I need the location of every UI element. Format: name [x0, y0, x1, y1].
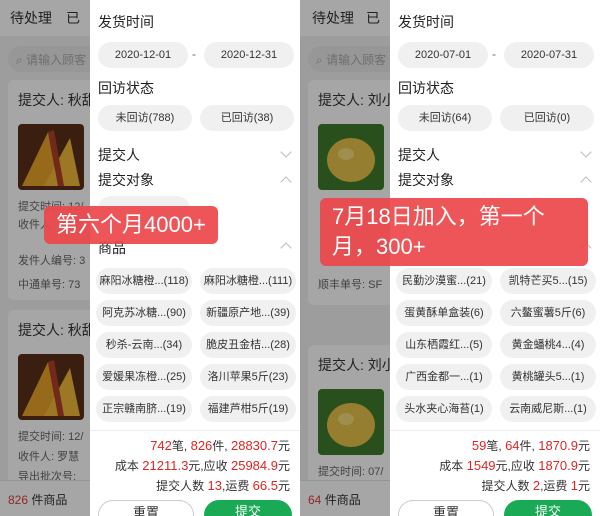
visit-status-label: 回访状态 — [398, 80, 454, 96]
chevron-down-icon[interactable] — [280, 146, 292, 158]
annotation-line: 7月18日加入，第一个 — [332, 204, 545, 229]
chevron-up-icon[interactable] — [280, 176, 292, 188]
goods-option[interactable]: 头水夹心海苔(1) — [396, 396, 492, 422]
submit-button[interactable]: 提交 — [204, 500, 292, 516]
goods-option[interactable]: 秒杀-云南...(34) — [96, 332, 192, 358]
summary-line-totals: 742笔, 826件, 28830.7元 — [150, 438, 290, 453]
ship-time-label: 发货时间 — [98, 14, 154, 30]
filter-not-visited[interactable]: 未回访(64) — [398, 105, 492, 131]
goods-option[interactable]: 蛋黄酥单盒装(6) — [396, 300, 492, 326]
annotation-callout: 第六个月4000+ — [44, 206, 218, 244]
reset-button[interactable]: 重置 — [98, 500, 194, 516]
summary-line-cost: 成本 1549元,应收 1870.9元 — [439, 458, 590, 473]
annotation-line: 月，300+ — [332, 234, 426, 259]
chevron-up-icon[interactable] — [580, 176, 592, 188]
date-start-input[interactable]: 2020-07-01 — [398, 42, 488, 68]
goods-option[interactable]: 凯特芒买5...(15) — [500, 268, 596, 294]
reset-button[interactable]: 重置 — [398, 500, 494, 516]
date-end-input[interactable]: 2020-12-31 — [204, 42, 294, 68]
chevron-down-icon[interactable] — [580, 146, 592, 158]
ship-time-label: 发货时间 — [398, 14, 454, 30]
summary-line-cost: 成本 21211.3元,应收 25984.9元 — [114, 458, 290, 473]
submit-target-label[interactable]: 提交对象 — [98, 170, 154, 190]
goods-option[interactable]: 麻阳冰糖橙...(111) — [200, 268, 296, 294]
goods-option[interactable]: 正宗赣南脐...(19) — [96, 396, 192, 422]
date-start-input[interactable]: 2020-12-01 — [98, 42, 188, 68]
goods-option[interactable]: 麻阳冰糖橙...(118) — [96, 268, 192, 294]
goods-option[interactable]: 黄桃罐头5...(1) — [500, 364, 596, 390]
goods-option[interactable]: 云南威尼斯...(1) — [500, 396, 596, 422]
goods-option[interactable]: 新疆原产地...(39) — [200, 300, 296, 326]
filter-not-visited[interactable]: 未回访(788) — [98, 105, 192, 131]
goods-option[interactable]: 洛川苹果5斤(23) — [200, 364, 296, 390]
date-separator: - — [192, 47, 196, 61]
goods-option[interactable]: 爱媛果冻橙...(25) — [96, 364, 192, 390]
left-screenshot: 待处理 已 ⌕ 请输入顾客 提交人: 秋甜 提交时间: 12/ 收件人 发件人编… — [0, 0, 300, 516]
visit-status-label: 回访状态 — [98, 80, 154, 96]
goods-option[interactable]: 脆皮丑金桔...(28) — [200, 332, 296, 358]
filter-visited[interactable]: 已回访(38) — [200, 105, 294, 131]
goods-option[interactable]: 广西金都一...(1) — [396, 364, 492, 390]
summary-line-totals: 59笔, 64件, 1870.9元 — [471, 438, 590, 453]
summary-line-people: 提交人数 2,运费 1元 — [481, 478, 590, 493]
goods-option[interactable]: 黄金蟠桃4...(4) — [500, 332, 596, 358]
right-screenshot: 待处理 已 ⌕ 请输入顾客 提交人: 刘小 顺丰单号: SF 提交人: 刘小 提… — [300, 0, 600, 516]
annotation-callout: 7月18日加入，第一个 月，300+ — [320, 198, 588, 266]
chevron-up-icon[interactable] — [280, 242, 292, 254]
filter-visited[interactable]: 已回访(0) — [500, 105, 594, 131]
goods-option[interactable]: 民勤沙漠蜜...(21) — [396, 268, 492, 294]
goods-option[interactable]: 阿克苏冰糖...(90) — [96, 300, 192, 326]
submitter-label[interactable]: 提交人 — [98, 145, 140, 165]
goods-option[interactable]: 山东栖霞红...(5) — [396, 332, 492, 358]
date-end-input[interactable]: 2020-07-31 — [504, 42, 594, 68]
submitter-label[interactable]: 提交人 — [398, 145, 440, 165]
date-separator: - — [492, 47, 496, 61]
submit-target-label[interactable]: 提交对象 — [398, 170, 454, 190]
submit-button[interactable]: 提交 — [504, 500, 592, 516]
goods-option[interactable]: 福建芦柑5斤(19) — [200, 396, 296, 422]
summary-line-people: 提交人数 13,运费 66.5元 — [156, 478, 290, 493]
goods-option[interactable]: 六鳌蜜薯5斤(6) — [500, 300, 596, 326]
filter-drawer: 发货时间 2020-12-01 - 2020-12-31 回访状态 未回访(78… — [90, 0, 300, 516]
